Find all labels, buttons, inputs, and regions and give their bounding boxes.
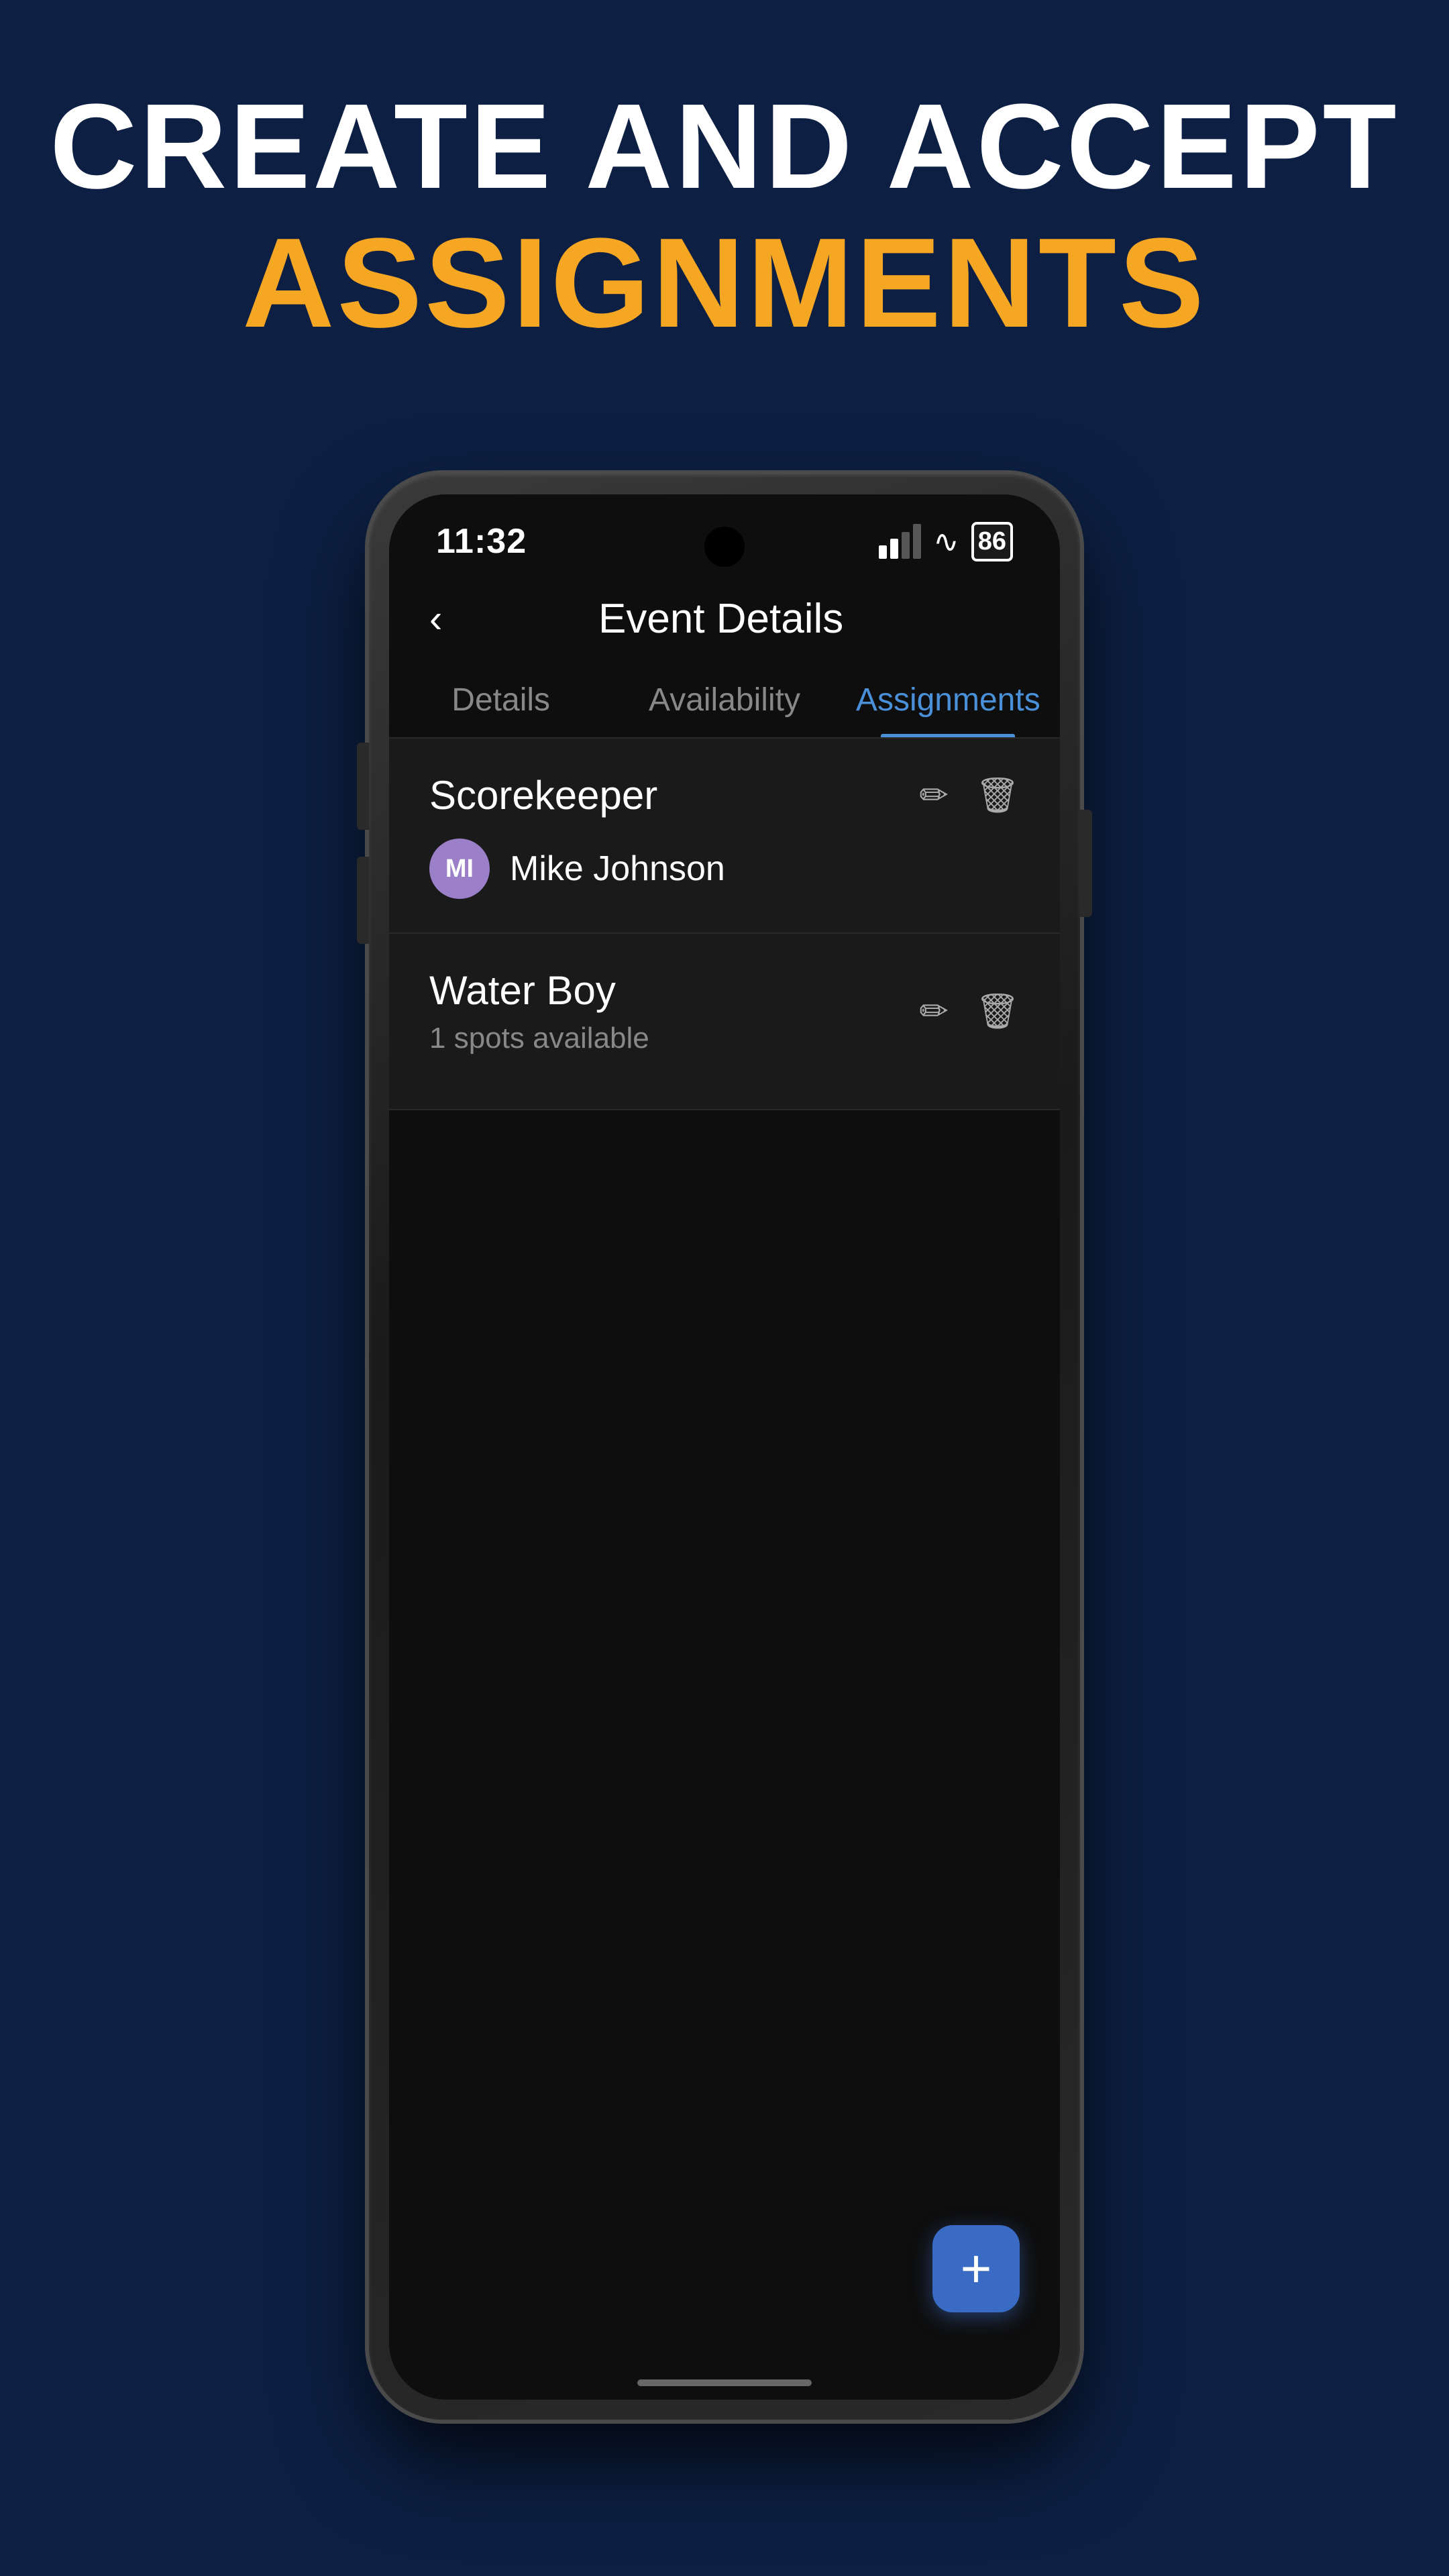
back-button[interactable]: ‹ xyxy=(429,596,442,641)
assignment-actions-scorekeeper: ✏ 🗑 xyxy=(919,775,1020,816)
tabs-bar: Details Availability Assignments xyxy=(389,663,1060,739)
assignment-title-group-waterboy: Water Boy 1 spots available xyxy=(429,967,649,1055)
status-time: 11:32 xyxy=(436,521,527,561)
hero-line2: ASSIGNMENTS xyxy=(50,213,1399,354)
signal-icon xyxy=(879,524,921,559)
assignment-header-scorekeeper: Scorekeeper ✏ 🗑 xyxy=(429,772,1020,818)
assignment-spots-waterboy: 1 spots available xyxy=(429,1022,649,1055)
person-name-mike: Mike Johnson xyxy=(510,849,725,889)
power-button xyxy=(1080,810,1092,917)
hero-line1: CREATE AND ACCEPT xyxy=(50,80,1399,213)
phone-screen: 11:32 ∿ 86 ‹ Event Details De xyxy=(389,494,1060,2400)
hero-section: CREATE AND ACCEPT ASSIGNMENTS xyxy=(50,80,1399,354)
signal-bar-1 xyxy=(879,545,887,559)
wifi-icon: ∿ xyxy=(933,523,959,559)
assignment-header-waterboy: Water Boy 1 spots available ✏ 🗑 xyxy=(429,967,1020,1055)
home-indicator xyxy=(389,2366,1060,2400)
delete-icon-waterboy[interactable]: 🗑 xyxy=(975,991,1020,1032)
assignment-title-scorekeeper: Scorekeeper xyxy=(429,772,657,818)
tab-assignments[interactable]: Assignments xyxy=(837,663,1060,737)
assignment-card-waterboy: Water Boy 1 spots available ✏ 🗑 xyxy=(389,934,1060,1110)
avatar-mike: MI xyxy=(429,839,490,899)
status-icons: ∿ 86 xyxy=(879,522,1013,561)
battery-percent: 86 xyxy=(978,527,1006,556)
volume-up-button xyxy=(357,743,369,830)
tab-availability[interactable]: Availability xyxy=(612,663,836,737)
signal-bar-4 xyxy=(913,524,921,559)
signal-bar-2 xyxy=(890,539,898,559)
edit-icon-waterboy[interactable]: ✏ xyxy=(919,991,949,1032)
home-bar xyxy=(637,2379,812,2386)
nav-title: Event Details xyxy=(462,595,979,643)
battery-icon: 86 xyxy=(971,522,1013,561)
phone-mockup: 11:32 ∿ 86 ‹ Event Details De xyxy=(369,474,1080,2420)
tab-details[interactable]: Details xyxy=(389,663,612,737)
edit-icon-scorekeeper[interactable]: ✏ xyxy=(919,775,949,816)
person-row-mike: MI Mike Johnson xyxy=(429,839,1020,899)
camera-punch xyxy=(704,527,745,567)
nav-bar: ‹ Event Details xyxy=(389,575,1060,663)
assignment-title-waterboy: Water Boy xyxy=(429,967,649,1014)
assignment-card-scorekeeper: Scorekeeper ✏ 🗑 MI Mike Johnson xyxy=(389,739,1060,934)
add-icon: + xyxy=(961,2242,992,2296)
content-area: Scorekeeper ✏ 🗑 MI Mike Johnson xyxy=(389,739,1060,2366)
volume-down-button xyxy=(357,857,369,944)
signal-bar-3 xyxy=(902,532,910,559)
delete-icon-scorekeeper[interactable]: 🗑 xyxy=(975,775,1020,816)
assignment-actions-waterboy: ✏ 🗑 xyxy=(919,991,1020,1032)
add-assignment-button[interactable]: + xyxy=(932,2225,1020,2312)
